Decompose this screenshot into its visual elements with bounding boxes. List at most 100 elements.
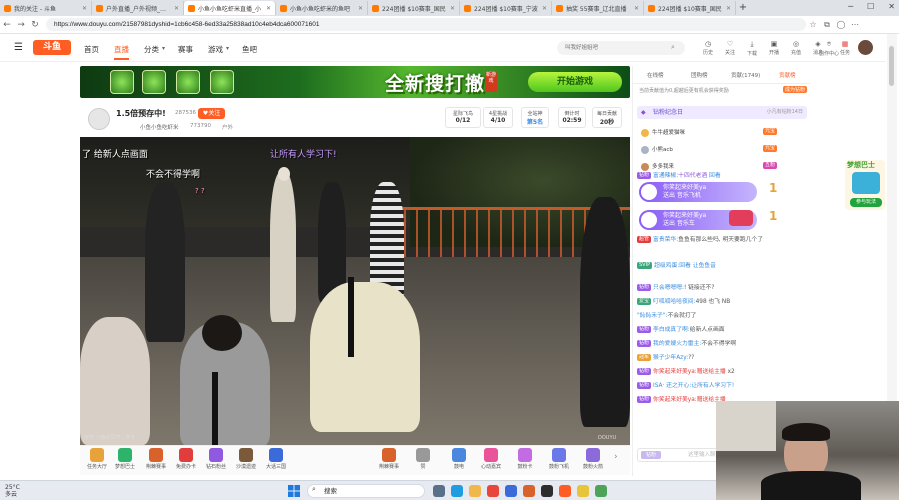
nav-live[interactable]: 直播 — [114, 44, 129, 60]
browser-tab[interactable]: 224团播 $10赛事_宁波 ✕ — [460, 1, 552, 15]
nav-games[interactable]: 游戏 — [208, 44, 223, 55]
forward-icon[interactable]: → — [14, 20, 28, 30]
gift-item[interactable]: 鼓粉卡 — [512, 448, 538, 470]
nav-fishbar[interactable]: 鱼吧 — [242, 44, 257, 55]
close-window-icon[interactable]: ✕ — [888, 2, 895, 11]
windows-start-icon[interactable] — [288, 485, 300, 497]
browser-tab[interactable]: 我的关注 - 斗鱼 ✕ — [0, 1, 92, 15]
nav-home[interactable]: 首页 — [84, 44, 99, 55]
close-icon[interactable]: ✕ — [726, 5, 731, 12]
video-player[interactable]: 了 给新人点画面 不会不得学啊 让所有人学习下! ? ? 房管:小鱼的同学 | … — [80, 137, 630, 445]
person — [145, 182, 185, 342]
gift-item[interactable]: 免费办卡 — [173, 448, 199, 470]
avatar[interactable] — [858, 40, 873, 55]
gift-item[interactable]: 鼓粉飞机 — [546, 448, 572, 470]
gift-item[interactable]: 鼓粉火箭 — [580, 448, 606, 470]
app-icon[interactable] — [487, 485, 499, 497]
douyu-logo[interactable]: 斗鱼 — [33, 40, 71, 55]
file-explorer-icon[interactable] — [469, 485, 481, 497]
follow-button[interactable]: ♥关注 — [198, 108, 225, 119]
anchor-avatar[interactable] — [88, 108, 110, 130]
diamond-anniversary[interactable]: ◆ 钻粉纪念日 小凡有钻粉14日 — [637, 106, 807, 119]
room-box[interactable]: 全站神 第5名 — [521, 107, 549, 128]
browser-tab[interactable]: 224团播 $10赛事_国民 ✕ — [368, 1, 460, 15]
edge-icon[interactable] — [451, 485, 463, 497]
task-view-icon[interactable] — [433, 485, 445, 497]
close-icon[interactable]: ✕ — [82, 5, 87, 12]
side-ad-button[interactable]: 参与玩法 — [850, 198, 882, 207]
more-icon[interactable]: ⋯ — [848, 20, 862, 29]
taskbar-search[interactable]: 搜索 — [307, 484, 425, 498]
search-input[interactable] — [557, 41, 685, 55]
start-game-button[interactable]: 开始游戏 — [528, 72, 622, 92]
gift-item[interactable]: 大话三国 — [263, 448, 289, 470]
become-diamond-button[interactable]: 成为钻粉 — [782, 86, 807, 93]
douyu-app-icon[interactable] — [559, 485, 571, 497]
gift-item[interactable]: 钻石粉丝 — [203, 448, 229, 470]
url-input[interactable] — [46, 18, 806, 31]
browser-tab[interactable]: 224团播 $10赛事_国民 ✕ — [644, 1, 736, 15]
app-icon[interactable] — [541, 485, 553, 497]
new-tab-button[interactable]: + — [736, 0, 750, 16]
nav-events[interactable]: 赛事 — [178, 44, 193, 55]
tab-contribution-rank[interactable]: 贡献榜 — [779, 71, 796, 79]
back-icon[interactable]: ← — [0, 20, 14, 30]
gift-icon — [179, 448, 193, 462]
rank-item[interactable]: 多多我来 — [641, 162, 674, 171]
app-icon[interactable] — [577, 485, 589, 497]
browser-tab[interactable]: 户外直播_户外视频_斗鱼直播✕ — [92, 1, 184, 15]
weather-widget[interactable]: 25°C 多云 — [5, 484, 20, 498]
close-icon[interactable]: ✕ — [450, 5, 455, 12]
gift-item[interactable]: 梦想巴士 — [112, 448, 138, 470]
nav-category[interactable]: 分类 — [144, 44, 159, 55]
room-box[interactable]: 4星挑战 4/10 — [483, 107, 513, 128]
chat-badge-selector[interactable]: 钻粉 — [641, 451, 661, 459]
history-button[interactable]: ◷ 历史 — [697, 40, 719, 56]
tab-online[interactable]: 在线榜 — [647, 71, 664, 79]
search-icon[interactable]: ⌕ — [671, 43, 675, 52]
anchor-name[interactable]: 小鱼小鱼吃虾米 — [140, 123, 179, 131]
app-icon[interactable] — [505, 485, 517, 497]
rank-item[interactable]: 小熊acb — [641, 145, 673, 154]
extensions-icon[interactable]: ⧉ — [820, 20, 834, 30]
avatar — [641, 145, 649, 154]
browser-tab-active[interactable]: 小鱼小鱼吃虾米直播_小 ✕ — [184, 1, 276, 15]
gift-item[interactable]: 沙漠遗迹 — [233, 448, 259, 470]
gift-next-icon[interactable]: › — [614, 452, 618, 462]
app-icon[interactable] — [595, 485, 607, 497]
browser-tab[interactable]: 小鱼小鱼吃虾米的鱼吧 ✕ — [276, 1, 368, 15]
reload-icon[interactable]: ↻ — [28, 20, 42, 30]
gift-item[interactable]: 荆棘赛事 — [376, 448, 402, 470]
close-icon[interactable]: ✕ — [358, 5, 363, 12]
scrollbar-thumb[interactable] — [889, 46, 894, 86]
gift-item[interactable]: 任务大厅 — [84, 448, 110, 470]
gift-item[interactable]: 心动嘉宾 — [478, 448, 504, 470]
close-icon[interactable]: ✕ — [542, 5, 547, 12]
recharge-button[interactable]: ◎ 充值 — [785, 40, 807, 56]
promo-banner[interactable]: 全新搜打撤 新游戏 开始游戏 — [80, 66, 630, 98]
task-button[interactable]: ▦ 任务 — [834, 40, 856, 56]
follow-button[interactable]: ♡ 关注 — [719, 40, 741, 56]
download-button[interactable]: ⤓ 下载 — [741, 40, 763, 57]
rank-item[interactable]: 牛牛超爱猫咪 — [641, 128, 685, 137]
browser-tab[interactable]: 抽奖 55赛事_辽北直播 ✕ — [552, 1, 644, 15]
gift-item[interactable]: 赞 — [410, 448, 436, 470]
go-live-button[interactable]: ▣ 开播 — [763, 40, 785, 56]
profile-icon[interactable]: ◯ — [834, 20, 848, 29]
close-icon[interactable]: ✕ — [634, 5, 639, 12]
room-box[interactable]: 倒计时 02:59 — [558, 107, 586, 128]
app-icon[interactable] — [523, 485, 535, 497]
room-box[interactable]: 星际飞鸟 0/12 — [445, 107, 481, 128]
maximize-icon[interactable]: ☐ — [867, 2, 874, 11]
close-icon[interactable]: ✕ — [174, 5, 179, 12]
tab-contribution[interactable]: 贡献(1749) — [731, 71, 760, 79]
tab-group[interactable]: 团购榜 — [691, 71, 708, 79]
menu-icon[interactable]: ☰ — [14, 42, 23, 53]
minimize-icon[interactable]: ─ — [848, 2, 853, 11]
gift-item[interactable]: 鼓电 — [446, 448, 472, 470]
room-category[interactable]: 户外 — [222, 123, 233, 131]
close-icon[interactable]: ✕ — [266, 5, 271, 12]
room-box[interactable]: 每日贡献 20秒 — [592, 107, 622, 128]
favorite-star-icon[interactable]: ☆ — [806, 20, 820, 29]
gift-item[interactable]: 荆棘赛事 — [143, 448, 169, 470]
